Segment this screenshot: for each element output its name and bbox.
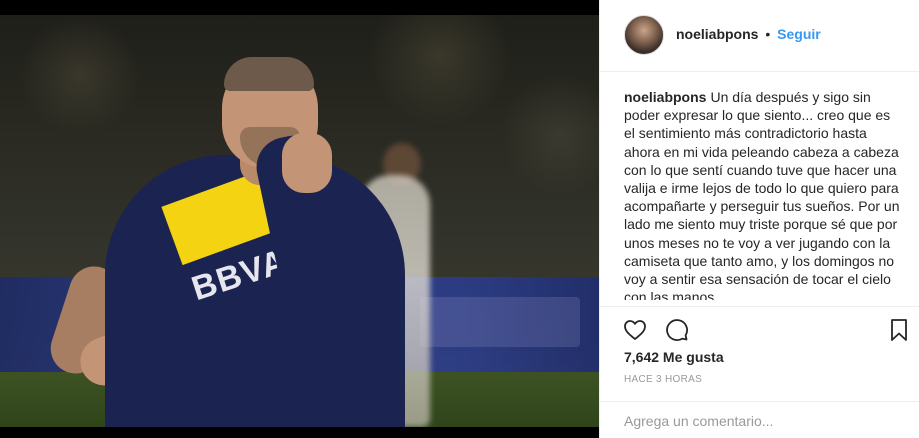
avatar[interactable] (624, 15, 664, 55)
comment-input[interactable] (624, 410, 894, 432)
follow-button[interactable]: Seguir (777, 26, 821, 42)
player-hair (224, 57, 314, 91)
post-timestamp[interactable]: HACE 3 HORAS (624, 374, 702, 385)
bookmark-icon (891, 319, 907, 341)
comment-box (600, 401, 919, 438)
separator-dot: • (765, 26, 771, 42)
caption-text: Un día después y sigo sin poder expresar… (624, 89, 900, 300)
player-right-hand (282, 133, 332, 193)
post-photo[interactable]: BBVA (0, 0, 599, 438)
post-caption: noeliabpons Un día después y sigo sin pod… (624, 88, 902, 300)
post-side-panel: noeliabpons • Seguir noeliabpons Un día d… (599, 0, 919, 438)
post-actions: 7,642 Me gusta HACE 3 HORAS (600, 306, 919, 438)
save-button[interactable] (886, 317, 912, 343)
speech-bubble-icon (666, 319, 688, 341)
heart-icon (624, 320, 646, 340)
like-count[interactable]: 7,642 Me gusta (624, 349, 724, 365)
caption-username-link[interactable]: noeliabpons (624, 89, 706, 105)
photo-content: BBVA (0, 15, 599, 427)
like-button[interactable] (622, 317, 648, 343)
username-link[interactable]: noeliabpons (676, 26, 758, 42)
header-text: noeliabpons • Seguir (676, 26, 821, 42)
comment-button[interactable] (664, 317, 690, 343)
post-header: noeliabpons • Seguir (600, 0, 919, 72)
